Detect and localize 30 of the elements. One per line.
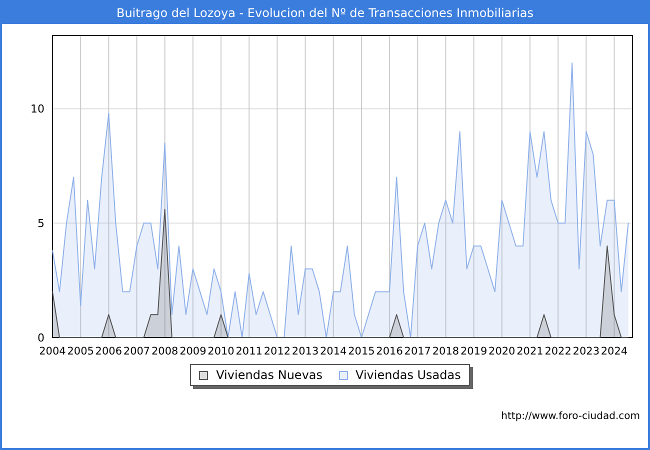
legend-label: Viviendas Nuevas — [216, 367, 323, 384]
legend-swatch — [338, 370, 348, 380]
legend-label: Viviendas Usadas — [356, 367, 461, 384]
x-tick-label: 2006 — [95, 346, 122, 358]
x-tick-label: 2014 — [320, 346, 347, 358]
x-tick-label: 2008 — [151, 346, 178, 358]
x-tick-label: 2018 — [432, 346, 460, 358]
x-tick-label: 2013 — [292, 346, 319, 358]
x-tick-label: 2023 — [572, 346, 600, 358]
x-tick-label: 2012 — [264, 346, 291, 358]
x-tick-label: 2009 — [180, 346, 206, 358]
x-tick-label: 2011 — [236, 346, 262, 358]
x-tick-label: 2007 — [123, 346, 150, 358]
x-tick-label: 2020 — [488, 346, 516, 358]
x-tick-label: 2019 — [460, 346, 488, 358]
x-tick-label: 2021 — [516, 346, 544, 358]
x-tick-label: 2004 — [39, 346, 66, 358]
x-tick-label: 2017 — [404, 346, 431, 358]
x-tick-label: 2005 — [67, 346, 94, 358]
x-tick-label: 2024 — [600, 346, 628, 358]
chart-title: Buitrago del Lozoya - Evolucion del Nº de Transacciones Inmobiliarias — [2, 2, 648, 24]
y-tick-label: 10 — [30, 102, 44, 116]
source-url: http://www.foro-ciudad.com — [501, 410, 640, 424]
y-tick-label: 5 — [38, 217, 44, 230]
x-tick-label: 2016 — [376, 346, 403, 358]
y-tick-label: 0 — [38, 332, 44, 344]
x-tick-label: 2015 — [348, 346, 375, 358]
x-tick-label: 2010 — [208, 346, 234, 358]
legend-swatch — [199, 370, 208, 380]
x-tick-label: 2022 — [544, 346, 572, 358]
